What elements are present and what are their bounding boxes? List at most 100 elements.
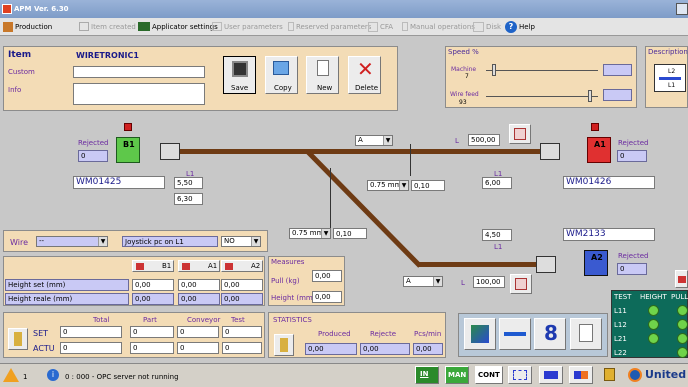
- height-set-a1[interactable]: 0,00: [178, 279, 220, 291]
- set-total[interactable]: 0: [60, 326, 122, 338]
- alarm-icon-right1: [591, 123, 599, 131]
- height-measure-input: 0,00: [312, 291, 342, 303]
- wire-feed-slider-thumb[interactable]: [588, 90, 593, 102]
- produced-header: Produced: [318, 330, 351, 338]
- strip-value-2[interactable]: 0,10: [333, 228, 367, 239]
- strip-input-630[interactable]: 6,30: [174, 193, 203, 205]
- minimize-button[interactable]: [676, 3, 688, 15]
- toolbar-cfa[interactable]: CFA: [368, 19, 393, 34]
- set-test[interactable]: 0: [222, 326, 262, 338]
- wire-feed-slider-track[interactable]: [486, 96, 598, 97]
- scissors-icon: [514, 128, 526, 140]
- production-icon: [3, 21, 13, 32]
- b1-height-button[interactable]: B1: [132, 260, 174, 272]
- item-label: Item: [8, 50, 32, 60]
- toolbar-disk[interactable]: Disk: [473, 19, 501, 34]
- connector-right2[interactable]: [536, 256, 556, 273]
- rejected-input-left[interactable]: 0: [78, 150, 108, 162]
- reset-statistics-button[interactable]: [274, 334, 294, 356]
- applicator-a1[interactable]: A1: [587, 137, 611, 163]
- rejected-input-right1[interactable]: 0: [617, 150, 647, 162]
- description-diagram: L2 L1: [654, 64, 686, 92]
- lock-icon[interactable]: [604, 368, 615, 381]
- blue-mode-button[interactable]: [539, 366, 563, 384]
- toolbar-user-parameters[interactable]: User parameters: [212, 19, 283, 34]
- set-conveyor[interactable]: 0: [177, 326, 219, 338]
- terminal-dropdown-top[interactable]: A ▼: [355, 135, 393, 146]
- loop-icon: 8: [544, 321, 558, 345]
- toolbar-manual-operations[interactable]: Manual operations: [402, 19, 475, 34]
- applicator-b1[interactable]: B1: [116, 137, 140, 163]
- delete-x-icon: ✕: [357, 57, 374, 81]
- toolbar-help[interactable]: ? Help: [505, 19, 535, 34]
- led-height-l12: [648, 319, 659, 330]
- conveyor-header: Conveyor: [187, 316, 221, 324]
- test-row-l21: L21: [614, 335, 627, 343]
- delete-button[interactable]: ✕ Delete: [348, 56, 381, 94]
- applicator-red-icon: [225, 263, 233, 270]
- broom-icon: [280, 338, 288, 352]
- cut-tool-button-top[interactable]: [509, 124, 531, 144]
- length-input-bottom[interactable]: 100,00: [473, 276, 505, 288]
- wire-icon: [659, 77, 681, 80]
- user-parameters-icon: [212, 22, 222, 31]
- wire-dropdown[interactable]: -- ▼: [36, 236, 108, 247]
- info-label: Info: [8, 86, 22, 94]
- save-button[interactable]: Save: [223, 56, 256, 94]
- a1-height-button[interactable]: A1: [178, 260, 220, 272]
- custom-input[interactable]: [73, 66, 205, 78]
- strip-input-550[interactable]: 5,50: [174, 177, 203, 189]
- strip-value-1[interactable]: 0,10: [411, 180, 445, 191]
- strip-input-600[interactable]: 6,00: [482, 177, 512, 189]
- a2-height-button[interactable]: A2: [221, 260, 263, 272]
- in-button[interactable]: IN: [415, 366, 439, 384]
- machine-slider-thumb[interactable]: [491, 64, 496, 76]
- height-set-a2[interactable]: 0,00: [221, 279, 263, 291]
- machine-input[interactable]: [603, 64, 632, 76]
- led-pull-l12: [677, 319, 688, 330]
- brand-logo-icon: [628, 368, 642, 382]
- tool-button-4[interactable]: [570, 318, 602, 350]
- tool-button-3[interactable]: 8: [534, 318, 566, 350]
- title-bar: APM Ver. 6.30: [0, 0, 688, 18]
- joystick-dropdown[interactable]: NO ▼: [221, 236, 261, 247]
- connector-right1[interactable]: [540, 143, 560, 160]
- warning-icon: [3, 368, 19, 382]
- frame-button[interactable]: [508, 366, 532, 384]
- reset-counters-button[interactable]: [8, 328, 28, 350]
- tool-button-2[interactable]: [499, 318, 531, 350]
- cont-button[interactable]: CONT: [475, 366, 503, 384]
- terminal-dropdown-bottom[interactable]: A ▼: [403, 276, 443, 287]
- toolbar-item-created[interactable]: Item created: [79, 19, 136, 34]
- actu-total: 0: [60, 342, 122, 354]
- copy-button[interactable]: Copy: [265, 56, 298, 94]
- wire-feed-input[interactable]: [603, 89, 632, 101]
- info-input[interactable]: [73, 83, 205, 105]
- applicator-icon: [138, 22, 150, 31]
- tool-button-1[interactable]: [464, 318, 496, 350]
- strip-dropdown-1[interactable]: 0.75 mm ▼: [367, 180, 409, 191]
- reserved-parameters-icon: [288, 22, 294, 31]
- applicator-side-button[interactable]: [675, 270, 688, 288]
- branch-mark-left: [330, 168, 331, 228]
- rejected-input-right2[interactable]: 0: [617, 263, 647, 275]
- strip-dropdown-2[interactable]: 0.75 mm ▼: [289, 228, 331, 239]
- man-button[interactable]: MAN: [445, 366, 469, 384]
- strip-input-450[interactable]: 4,50: [482, 229, 512, 241]
- connector-left[interactable]: [160, 143, 180, 160]
- part-header: Part: [143, 316, 157, 324]
- set-part[interactable]: 0: [130, 326, 174, 338]
- cut-tool-button-bottom[interactable]: [510, 274, 532, 294]
- test-row-l22: L22: [614, 349, 627, 357]
- machine-slider-track[interactable]: [486, 70, 598, 71]
- toolbar-applicator-settings[interactable]: Applicator settings: [138, 19, 218, 34]
- toolbar-production[interactable]: Production: [3, 19, 52, 34]
- applicator-a2[interactable]: A2: [584, 250, 608, 276]
- toolbar-reserved-parameters[interactable]: Reserved parameters: [288, 19, 371, 34]
- wire-label: Wire: [10, 238, 28, 247]
- wm-left: WM01425: [73, 176, 165, 189]
- height-set-b1[interactable]: 0,00: [132, 279, 174, 291]
- length-input-top[interactable]: 500,00: [468, 134, 500, 146]
- orange-mode-button[interactable]: [569, 366, 593, 384]
- new-button[interactable]: New: [306, 56, 339, 94]
